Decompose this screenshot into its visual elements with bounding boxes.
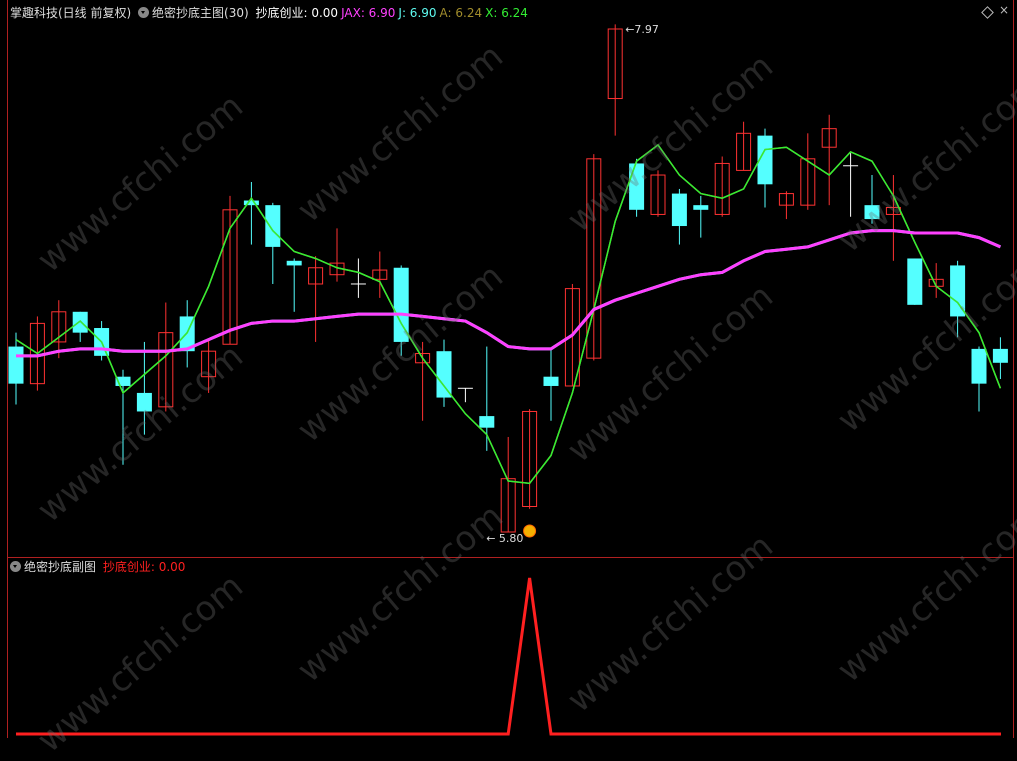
indicator-value-1: JAX: 6.90	[341, 6, 396, 20]
sub-indicator-values: 抄底创业: 0.00	[103, 560, 189, 574]
indicator-value-0: 抄底创业: 0.00	[102, 560, 186, 574]
sub-header: 绝密抄底副图 抄底创业: 0.00	[10, 560, 191, 574]
stock-title[interactable]: 掌趣科技(日线 前复权)	[10, 6, 131, 20]
dropdown-icon[interactable]	[10, 561, 21, 572]
main-indicator-name[interactable]: 绝密抄底主图(30)	[152, 6, 249, 20]
close-icon[interactable]: ×	[999, 3, 1009, 17]
indicator-value-3: A: 6.24	[439, 6, 483, 20]
main-indicator-values: 抄底创业: 0.00 JAX: 6.90 J: 6.90 A: 6.24 X: 6.24	[255, 6, 530, 20]
main-header: 掌趣科技(日线 前复权) 绝密抄底主图(30) 抄底创业: 0.00 JAX: 6…	[10, 6, 534, 20]
indicator-value-2: J: 6.90	[398, 6, 437, 20]
indicator-value-4: X: 6.24	[485, 6, 528, 20]
indicator-value-0: 抄底创业: 0.00	[255, 6, 339, 20]
sub-indicator-name[interactable]: 绝密抄底副图	[24, 560, 96, 574]
dropdown-icon[interactable]	[138, 7, 150, 18]
